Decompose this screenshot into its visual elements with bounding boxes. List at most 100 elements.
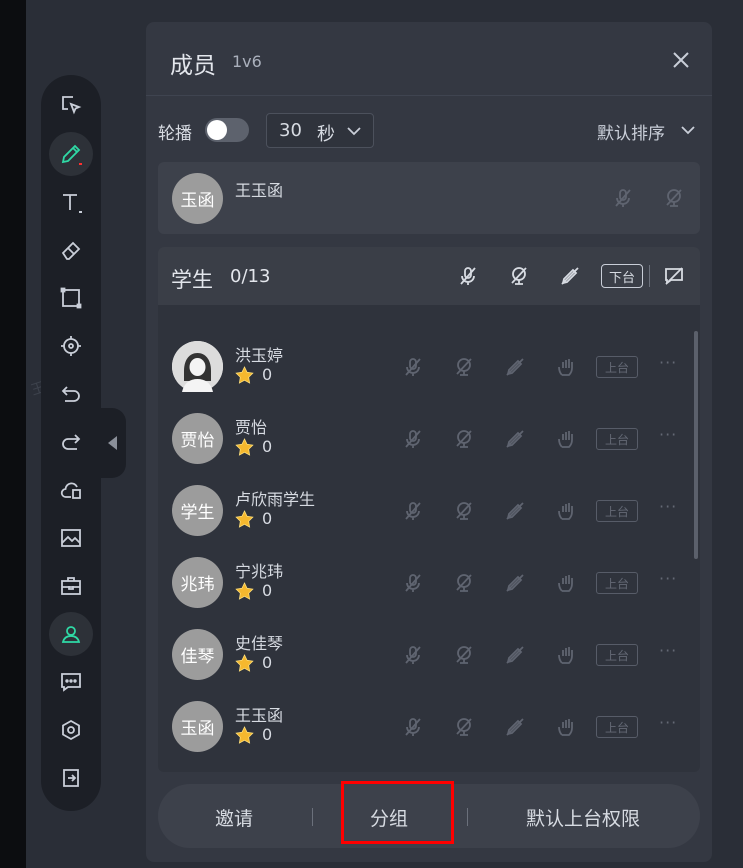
star-score: 0 [262,581,273,600]
chevron-down-icon[interactable] [679,121,697,139]
mic-off-icon[interactable] [612,187,634,209]
draw-permission-icon[interactable] [504,356,526,378]
student-row: 洪玉婷 0 上台 ··· [158,331,700,403]
laser-pointer-icon [61,336,81,356]
avatar: 贾怡 [172,413,223,464]
mic-off-icon[interactable] [402,572,424,594]
offstage-all-button[interactable]: 下台 [601,264,643,288]
more-options-button[interactable]: ··· [659,641,677,660]
camera-off-icon[interactable] [453,428,475,450]
invite-button[interactable]: 邀请 [215,804,253,831]
mic-off-icon[interactable] [402,644,424,666]
exit-icon [63,769,79,787]
raise-hand-icon[interactable] [555,716,577,738]
star-score: 0 [262,653,273,672]
toolbox-tool[interactable] [49,564,93,608]
onstage-button[interactable]: 上台 [596,644,638,666]
star-icon [235,726,254,744]
more-options-button[interactable]: ··· [659,353,677,372]
text-tool[interactable] [49,180,93,224]
more-options-button[interactable]: ··· [659,497,677,516]
interval-value: 30 [279,120,302,141]
mic-off-icon[interactable] [402,500,424,522]
avatar: 兆玮 [172,557,223,608]
mic-off-icon[interactable] [402,716,424,738]
draw-permission-icon[interactable] [504,644,526,666]
default-stage-permission-button[interactable]: 默认上台权限 [526,804,640,831]
star-score: 0 [262,725,273,744]
toolbar-collapse-handle[interactable] [100,408,126,478]
camera-off-icon[interactable] [663,187,685,209]
eraser-tool[interactable] [49,228,93,272]
camera-off-icon[interactable] [453,356,475,378]
redo-tool[interactable] [49,420,93,464]
onstage-button[interactable]: 上台 [596,716,638,738]
student-name: 洪玉婷 [235,346,284,365]
eraser-icon [61,241,81,260]
onstage-button[interactable]: 上台 [596,500,638,522]
left-strip [0,0,26,868]
camera-off-icon[interactable] [453,716,475,738]
star-icon [235,438,254,456]
avatar: 佳琴 [172,629,223,680]
members-tool[interactable] [49,612,93,656]
student-name: 贾怡 [235,418,268,437]
camera-off-icon[interactable] [453,644,475,666]
camera-off-all-icon[interactable] [508,265,530,287]
camera-off-icon[interactable] [453,572,475,594]
raise-hand-icon[interactable] [555,644,577,666]
panel-count: 1v6 [232,52,262,71]
rectangle-tool[interactable] [49,276,93,320]
raise-hand-icon[interactable] [555,356,577,378]
mic-off-icon[interactable] [402,356,424,378]
student-name: 宁兆玮 [235,562,284,581]
onstage-button[interactable]: 上台 [596,428,638,450]
pen-icon [61,144,82,165]
mic-off-icon[interactable] [402,428,424,450]
teacher-card: 玉函 王玉函 [158,162,700,234]
raise-hand-icon[interactable] [555,572,577,594]
star-icon [235,366,254,384]
close-icon[interactable] [669,48,693,72]
more-options-button[interactable]: ··· [659,569,677,588]
raise-hand-icon[interactable] [555,428,577,450]
student-row: 王lu学生上台··· [158,763,700,772]
left-toolbar [41,75,101,811]
pen-tool[interactable] [49,132,93,176]
chat-tool[interactable] [49,660,93,704]
scrollbar[interactable] [694,331,698,559]
settings-icon [62,719,80,741]
raise-hand-icon[interactable] [555,500,577,522]
settings-tool[interactable] [49,708,93,752]
more-options-button[interactable]: ··· [659,713,677,732]
onstage-button[interactable]: 上台 [596,356,638,378]
select-tool[interactable] [49,83,93,127]
camera-off-icon[interactable] [453,500,475,522]
more-options-button[interactable]: ··· [659,425,677,444]
mute-all-icon[interactable] [457,265,479,287]
members-panel: 成员 1v6 轮播 30 秒 默认排序 玉函 王玉函 学生 0/13 下台 洪玉… [146,22,712,862]
sort-dropdown[interactable]: 默认排序 [597,119,665,144]
onstage-button[interactable]: 上台 [596,572,638,594]
image-tool[interactable] [49,516,93,560]
student-row: 贾怡 贾怡 0 上台 ··· [158,403,700,475]
draw-permission-icon[interactable] [504,428,526,450]
exit-tool[interactable] [49,756,93,800]
draw-permission-icon[interactable] [504,500,526,522]
draw-permission-icon[interactable] [504,716,526,738]
user-photo-icon [172,341,223,392]
interval-unit: 秒 [317,124,335,145]
carousel-label: 轮播 [158,124,192,144]
student-name: 王玉函 [235,706,284,725]
draw-permission-icon[interactable] [504,572,526,594]
mute-chat-all-icon[interactable] [663,265,685,287]
laser-pointer-tool[interactable] [49,324,93,368]
students-panel: 学生 0/13 下台 洪玉婷 0 上台 ··· 贾怡 贾怡 0 上台 ··· 学生 卢欣雨学生 0 上台… [158,247,700,772]
undo-tool[interactable] [49,372,93,416]
revoke-draw-all-icon[interactable] [559,265,581,287]
cloud-disk-tool[interactable] [49,468,93,512]
student-row: 佳琴 史佳琴 0 上台 ··· [158,619,700,691]
interval-select[interactable]: 30 秒 [266,113,374,148]
carousel-toggle[interactable] [205,118,249,142]
redo-icon [62,434,81,450]
